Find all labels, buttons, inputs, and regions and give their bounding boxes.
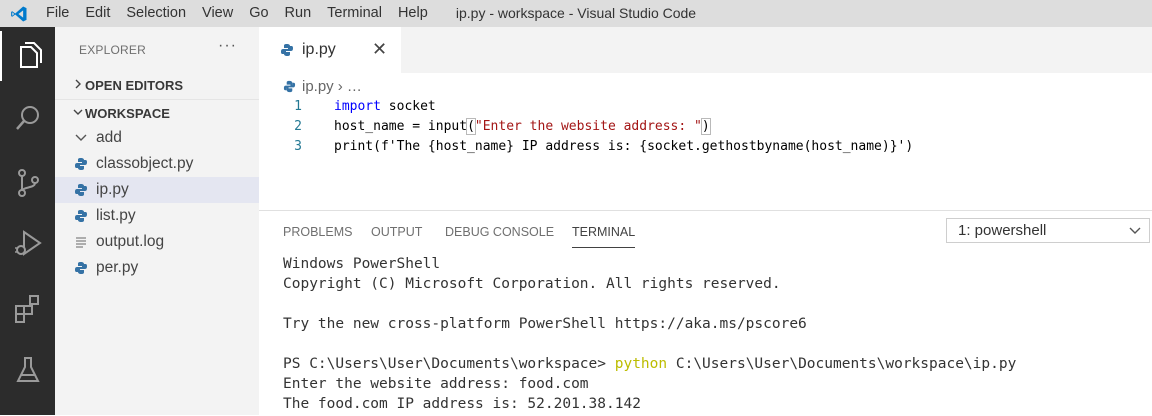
- line-number: 2: [294, 119, 302, 134]
- python-file-icon: [73, 183, 89, 197]
- code-text: host_name = input("Enter the website add…: [334, 118, 711, 135]
- open-editors-label: OPEN EDITORS: [85, 77, 184, 93]
- explorer-sidebar: EXPLORER ··· OPEN EDITORS WORKSPACE add …: [55, 27, 259, 415]
- tree-item-list[interactable]: list.py: [55, 203, 259, 229]
- python-file-icon: [283, 80, 296, 93]
- chevron-down-icon: [73, 133, 89, 143]
- tree-item-label: add: [96, 129, 122, 146]
- code-text-rest: socket: [380, 99, 436, 114]
- explorer-title: EXPLORER: [79, 43, 146, 57]
- menu-file[interactable]: File: [38, 0, 77, 27]
- tab-debug-console[interactable]: DEBUG CONSOLE: [445, 225, 554, 247]
- chevron-down-icon: [1129, 223, 1141, 241]
- terminal-command: python: [614, 356, 668, 372]
- terminal-output[interactable]: Windows PowerShell Copyright (C) Microso…: [283, 254, 1016, 414]
- terminal-select[interactable]: 1: powershell: [946, 218, 1150, 243]
- menu-selection[interactable]: Selection: [118, 0, 194, 27]
- tree-item-label: ip.py: [96, 181, 129, 198]
- log-file-icon: [73, 236, 89, 248]
- code-editor[interactable]: 1 import socket 2 host_name = input("Ent…: [259, 97, 1152, 157]
- menu-help[interactable]: Help: [390, 0, 436, 27]
- tree-item-add[interactable]: add: [55, 125, 259, 151]
- tree-item-output-log[interactable]: output.log: [55, 229, 259, 255]
- tree-item-per[interactable]: per.py: [55, 255, 259, 281]
- tree-item-label: output.log: [96, 233, 165, 250]
- python-file-icon: [73, 157, 89, 171]
- run-debug-icon[interactable]: [0, 218, 55, 268]
- terminal-line: Copyright (C) Microsoft Corporation. All…: [283, 276, 781, 292]
- menu-bar: File Edit Selection View Go Run Terminal…: [38, 0, 436, 27]
- extensions-icon[interactable]: [0, 283, 55, 333]
- python-file-icon: [280, 43, 294, 57]
- python-file-icon: [73, 209, 89, 223]
- testing-icon[interactable]: [0, 345, 55, 395]
- terminal-line: The food.com IP address is: 52.201.38.14…: [283, 396, 641, 412]
- breadcrumb-rest[interactable]: › …: [338, 78, 362, 95]
- tab-problems[interactable]: PROBLEMS: [283, 225, 352, 247]
- code-line: 3 print(f'The {host_name} IP address is:…: [259, 137, 1152, 157]
- vscode-logo-icon: [0, 0, 38, 27]
- chevron-down-icon: [59, 106, 83, 120]
- terminal-prompt: PS C:\Users\User\Documents\workspace>: [283, 356, 615, 372]
- terminal-select-value: 1: powershell: [958, 222, 1047, 239]
- tree-item-label: per.py: [96, 259, 139, 276]
- bracket-close: ): [700, 118, 711, 135]
- string-literal: "Enter the website address: ": [474, 119, 702, 134]
- open-editors-section[interactable]: OPEN EDITORS: [55, 72, 259, 98]
- tree-item-label: classobject.py: [96, 155, 194, 172]
- terminal-line: PS C:\Users\User\Documents\workspace> py…: [283, 354, 1016, 374]
- code-text: import socket: [334, 99, 436, 114]
- tree-item-label: list.py: [96, 207, 136, 224]
- code-line: 2 host_name = input("Enter the website a…: [259, 117, 1152, 137]
- source-control-icon[interactable]: [0, 158, 55, 208]
- more-actions-icon[interactable]: ···: [218, 37, 237, 55]
- python-file-icon: [73, 261, 89, 275]
- bottom-panel: PROBLEMS OUTPUT DEBUG CONSOLE TERMINAL 1…: [259, 210, 1152, 416]
- close-icon[interactable]: ✕: [372, 39, 387, 60]
- activity-bar: [0, 27, 55, 415]
- terminal-line: Enter the website address: food.com: [283, 376, 589, 392]
- tree-item-classobject[interactable]: classobject.py: [55, 151, 259, 177]
- terminal-argument: C:\Users\User\Documents\workspace\ip.py: [667, 356, 1017, 372]
- code-text: print(f'The {host_name} IP address is: {…: [334, 139, 914, 154]
- menu-run[interactable]: Run: [277, 0, 320, 27]
- tab-output[interactable]: OUTPUT: [371, 225, 422, 247]
- breadcrumb[interactable]: ip.py › …: [283, 76, 362, 96]
- tab-ip-py[interactable]: ip.py ✕: [259, 27, 401, 73]
- menu-terminal[interactable]: Terminal: [319, 0, 390, 27]
- bracket-open: (: [466, 118, 476, 135]
- tab-terminal[interactable]: TERMINAL: [572, 225, 636, 248]
- menu-go[interactable]: Go: [241, 0, 276, 27]
- workspace-section[interactable]: WORKSPACE: [55, 99, 259, 126]
- search-icon[interactable]: [0, 93, 55, 143]
- line-number: 3: [294, 139, 302, 154]
- keyword-import: import: [334, 99, 381, 114]
- workspace-label: WORKSPACE: [85, 105, 170, 121]
- code-text-a: host_name = input: [334, 119, 468, 134]
- breadcrumb-file[interactable]: ip.py: [302, 78, 334, 95]
- tab-label: ip.py: [302, 41, 336, 58]
- menu-edit[interactable]: Edit: [77, 0, 118, 27]
- title-bar: File Edit Selection View Go Run Terminal…: [0, 0, 1152, 27]
- code-line: 1 import socket: [259, 97, 1152, 117]
- line-number: 1: [294, 99, 302, 114]
- menu-view[interactable]: View: [194, 0, 241, 27]
- chevron-right-icon: [59, 78, 83, 92]
- terminal-line: Try the new cross-platform PowerShell ht…: [283, 316, 807, 332]
- terminal-line: Windows PowerShell: [283, 256, 441, 272]
- editor-tabs: ip.py ✕: [259, 27, 1152, 73]
- tree-item-ip[interactable]: ip.py: [55, 177, 259, 203]
- explorer-icon[interactable]: [0, 31, 55, 81]
